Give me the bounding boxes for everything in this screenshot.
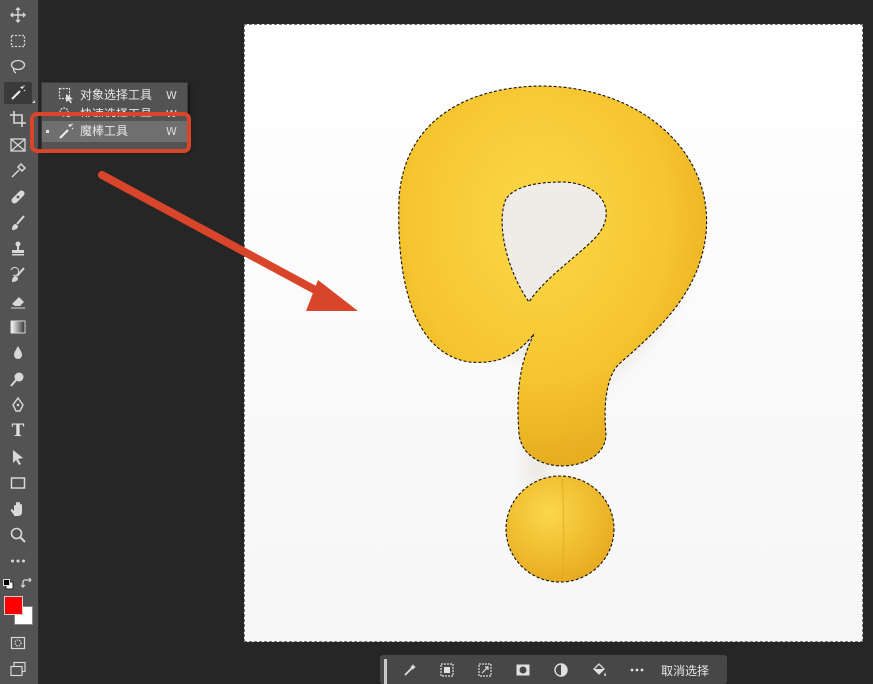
mask-icon (516, 664, 530, 676)
foreground-color-swatch[interactable] (4, 596, 23, 615)
marquee-tool[interactable] (4, 30, 32, 52)
more-icon (630, 668, 644, 672)
gradient-icon (10, 320, 26, 334)
more-options-button[interactable] (627, 660, 647, 680)
type-icon: T (11, 421, 25, 441)
eraser-tool[interactable] (4, 290, 32, 312)
select-subject-icon (404, 664, 416, 676)
adjustment-button[interactable] (551, 660, 571, 680)
clone-stamp-icon (12, 241, 24, 256)
task-bar-grip[interactable] (384, 659, 387, 684)
flyout-item-object-selection[interactable]: 对象选择工具 W (42, 85, 187, 106)
blur-tool[interactable] (4, 342, 32, 364)
type-tool[interactable]: T (4, 420, 32, 442)
blur-icon (14, 346, 22, 359)
screen-mode-button[interactable] (4, 658, 32, 680)
swap-colors-icon[interactable] (21, 578, 33, 590)
hand-tool[interactable] (4, 498, 32, 520)
select-subject-button[interactable] (400, 660, 420, 680)
marquee-icon (10, 34, 26, 48)
default-colors-icon[interactable] (3, 579, 14, 590)
history-brush-tool[interactable] (4, 264, 32, 286)
transform-selection-button[interactable] (475, 660, 495, 680)
pen-icon (12, 396, 24, 412)
path-selection-tool[interactable] (4, 446, 32, 468)
move-tool[interactable] (4, 4, 32, 26)
more-tools-icon (11, 559, 25, 563)
brush-icon (12, 215, 25, 230)
healing-brush-tool[interactable] (4, 186, 32, 208)
quick-mask-icon (10, 636, 26, 650)
quick-mask-button[interactable] (4, 632, 32, 654)
select-mask-button[interactable] (437, 660, 457, 680)
create-mask-button[interactable] (513, 660, 533, 680)
object-selection-icon (58, 87, 73, 104)
canvas-selection-border (244, 24, 863, 642)
fill-icon (554, 663, 568, 677)
deselect-button[interactable]: 取消选择 (661, 662, 709, 679)
select-mask-icon (440, 663, 454, 677)
magic-wand-tool[interactable] (4, 82, 35, 104)
dodge-tool[interactable] (4, 368, 32, 390)
frame-tool[interactable] (4, 134, 32, 156)
healing-brush-icon (11, 190, 25, 204)
screen-mode-icon (10, 661, 26, 677)
path-selection-icon (13, 450, 23, 465)
pen-tool[interactable] (4, 394, 32, 416)
zoom-icon (10, 527, 26, 543)
history-brush-icon (10, 266, 25, 282)
crop-icon (10, 111, 26, 127)
paint-bucket-icon (593, 663, 606, 676)
zoom-tool[interactable] (4, 524, 32, 546)
flyout-item-label: 对象选择工具 (80, 88, 153, 102)
more-tools-button[interactable] (4, 550, 32, 572)
gradient-tool[interactable] (4, 316, 32, 338)
brush-tool[interactable] (4, 212, 32, 234)
tools-panel: T (0, 0, 39, 684)
eyedropper-tool[interactable] (4, 160, 32, 182)
lasso-icon (10, 59, 26, 74)
rectangle-icon (10, 477, 26, 489)
lasso-tool[interactable] (4, 56, 32, 78)
magic-wand-icon (11, 85, 26, 100)
dodge-icon (10, 372, 24, 387)
eraser-icon (11, 297, 25, 309)
hand-icon (10, 502, 22, 516)
rectangle-tool[interactable] (4, 472, 32, 494)
eyedropper-icon (11, 162, 27, 178)
frame-icon (10, 138, 26, 152)
flyout-item-shortcut: W (166, 89, 177, 102)
transform-selection-icon (478, 663, 492, 677)
crop-tool[interactable] (4, 108, 32, 130)
tutorial-highlight-box (30, 112, 191, 153)
fill-selection-button[interactable] (589, 660, 609, 680)
move-icon (10, 7, 26, 23)
contextual-task-bar: 取消选择 (380, 655, 727, 684)
clone-stamp-tool[interactable] (4, 238, 32, 260)
